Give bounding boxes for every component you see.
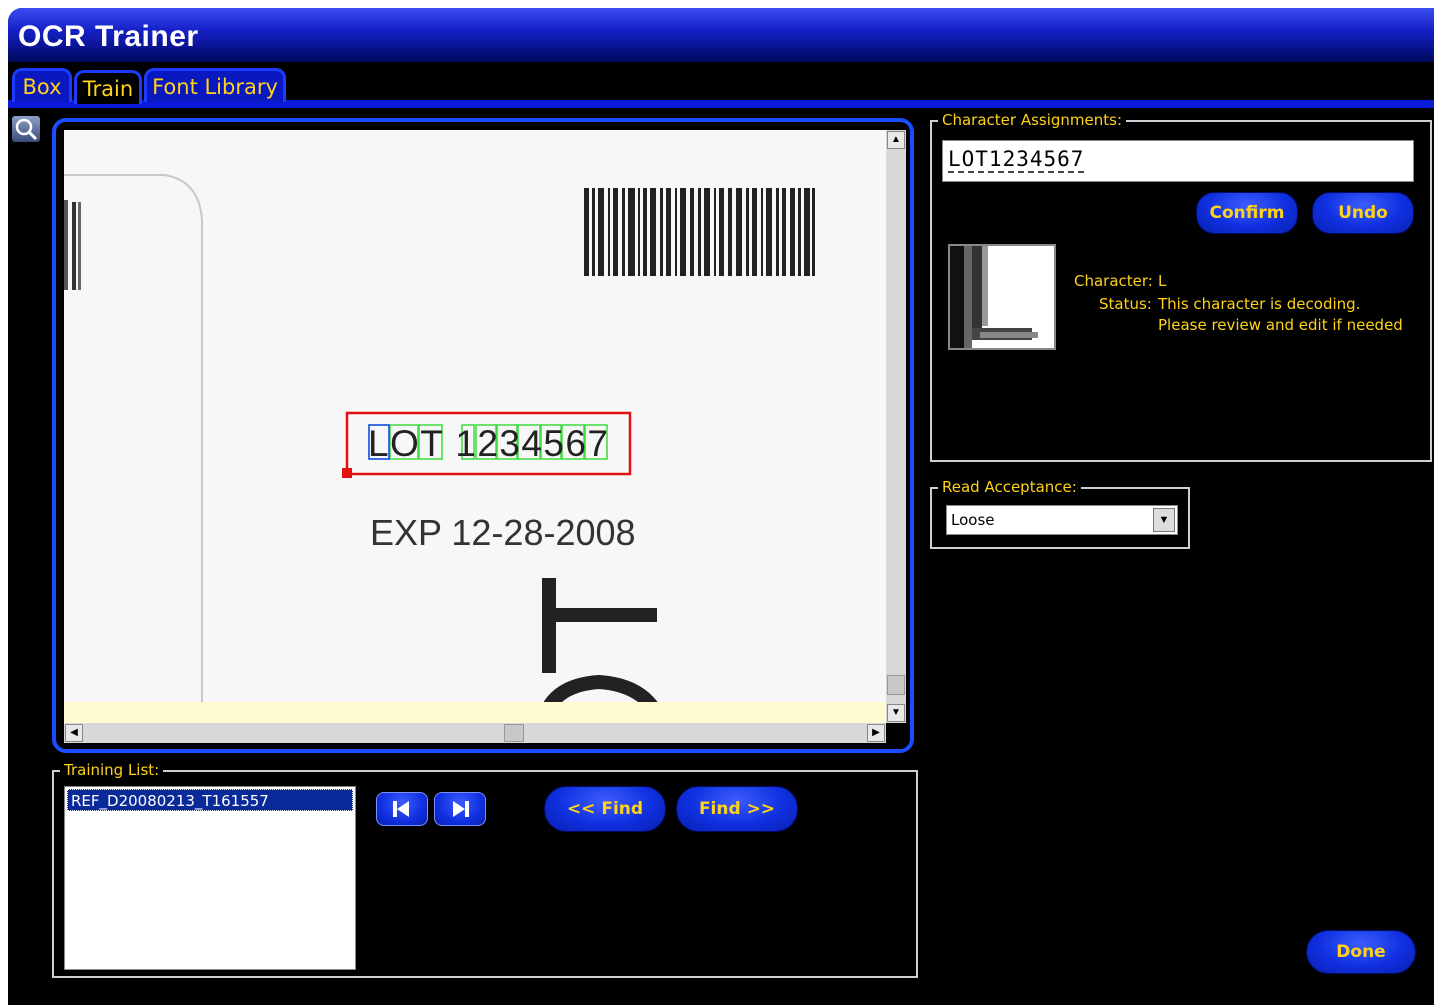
zoom-icon[interactable] (12, 116, 40, 142)
list-item-label: REF_D20080213_T161557 (71, 792, 269, 810)
image-canvas[interactable]: LOT 1234567 EXP 12-28-2008 (64, 130, 886, 723)
chevron-down-icon[interactable]: ▼ (1153, 508, 1175, 532)
character-preview (948, 244, 1056, 350)
read-acceptance-group: Read Acceptance: Loose ▼ (930, 477, 1190, 549)
horizontal-scroll-thumb[interactable] (504, 724, 524, 742)
vertical-scroll-thumb[interactable] (887, 675, 905, 695)
scroll-down-icon[interactable]: ▼ (887, 704, 905, 722)
list-item[interactable]: REF_D20080213_T161557 (67, 789, 353, 811)
tab-font-library[interactable]: Font Library (144, 68, 286, 102)
exp-text: EXP 12-28-2008 (370, 512, 636, 553)
find-previous-button[interactable]: << Find (544, 786, 666, 832)
character-assignments-field[interactable]: LOT1234567 (942, 140, 1414, 182)
training-list-label: Training List: (60, 760, 164, 780)
tab-box[interactable]: Box (12, 68, 72, 102)
first-item-icon[interactable] (376, 792, 428, 826)
undo-button[interactable]: Undo (1312, 192, 1414, 234)
scroll-right-icon[interactable]: ▶ (867, 724, 885, 742)
done-button[interactable]: Done (1306, 930, 1416, 974)
vertical-scrollbar[interactable]: ▲ ▼ (886, 130, 906, 723)
scroll-left-icon[interactable]: ◀ (65, 724, 83, 742)
character-assignments-label: Character Assignments: (938, 110, 1127, 130)
status-label: Status: (1099, 295, 1152, 313)
horizontal-scrollbar[interactable]: ◀ ▶ (64, 723, 886, 743)
read-acceptance-select[interactable]: Loose ▼ (946, 505, 1178, 535)
training-list-box[interactable]: REF_D20080213_T161557 (64, 786, 356, 970)
read-acceptance-value: Loose (951, 511, 995, 529)
roi-text: LOT 1234567 (368, 423, 608, 464)
confirm-button[interactable]: Confirm (1196, 192, 1298, 234)
training-list-group: Training List: REF_D20080213_T161557 << … (52, 760, 918, 978)
title-bar: OCR Trainer (8, 8, 1434, 62)
read-acceptance-label: Read Acceptance: (938, 477, 1081, 497)
status-line-2: Please review and edit if needed (1158, 316, 1403, 334)
character-assignments-group: Character Assignments: LOT1234567 Confir… (930, 110, 1432, 462)
label-image: LOT 1234567 EXP 12-28-2008 (64, 174, 886, 723)
character-value: L (1158, 272, 1167, 290)
tab-train[interactable]: Train (74, 70, 142, 104)
image-viewer: LOT 1234567 EXP 12-28-2008 ▲ ▼ ◀ ▶ (52, 118, 914, 753)
window-title: OCR Trainer (18, 20, 199, 53)
scroll-up-icon[interactable]: ▲ (887, 131, 905, 149)
ocr-trainer-window: OCR Trainer Box Train Font Library LOT 1… (8, 8, 1434, 1005)
character-label: Character: (1074, 272, 1153, 290)
find-next-button[interactable]: Find >> (676, 786, 798, 832)
character-assignments-value: LOT1234567 (948, 147, 1085, 173)
status-line-1: This character is decoding. (1158, 295, 1361, 313)
next-item-icon[interactable] (434, 792, 486, 826)
